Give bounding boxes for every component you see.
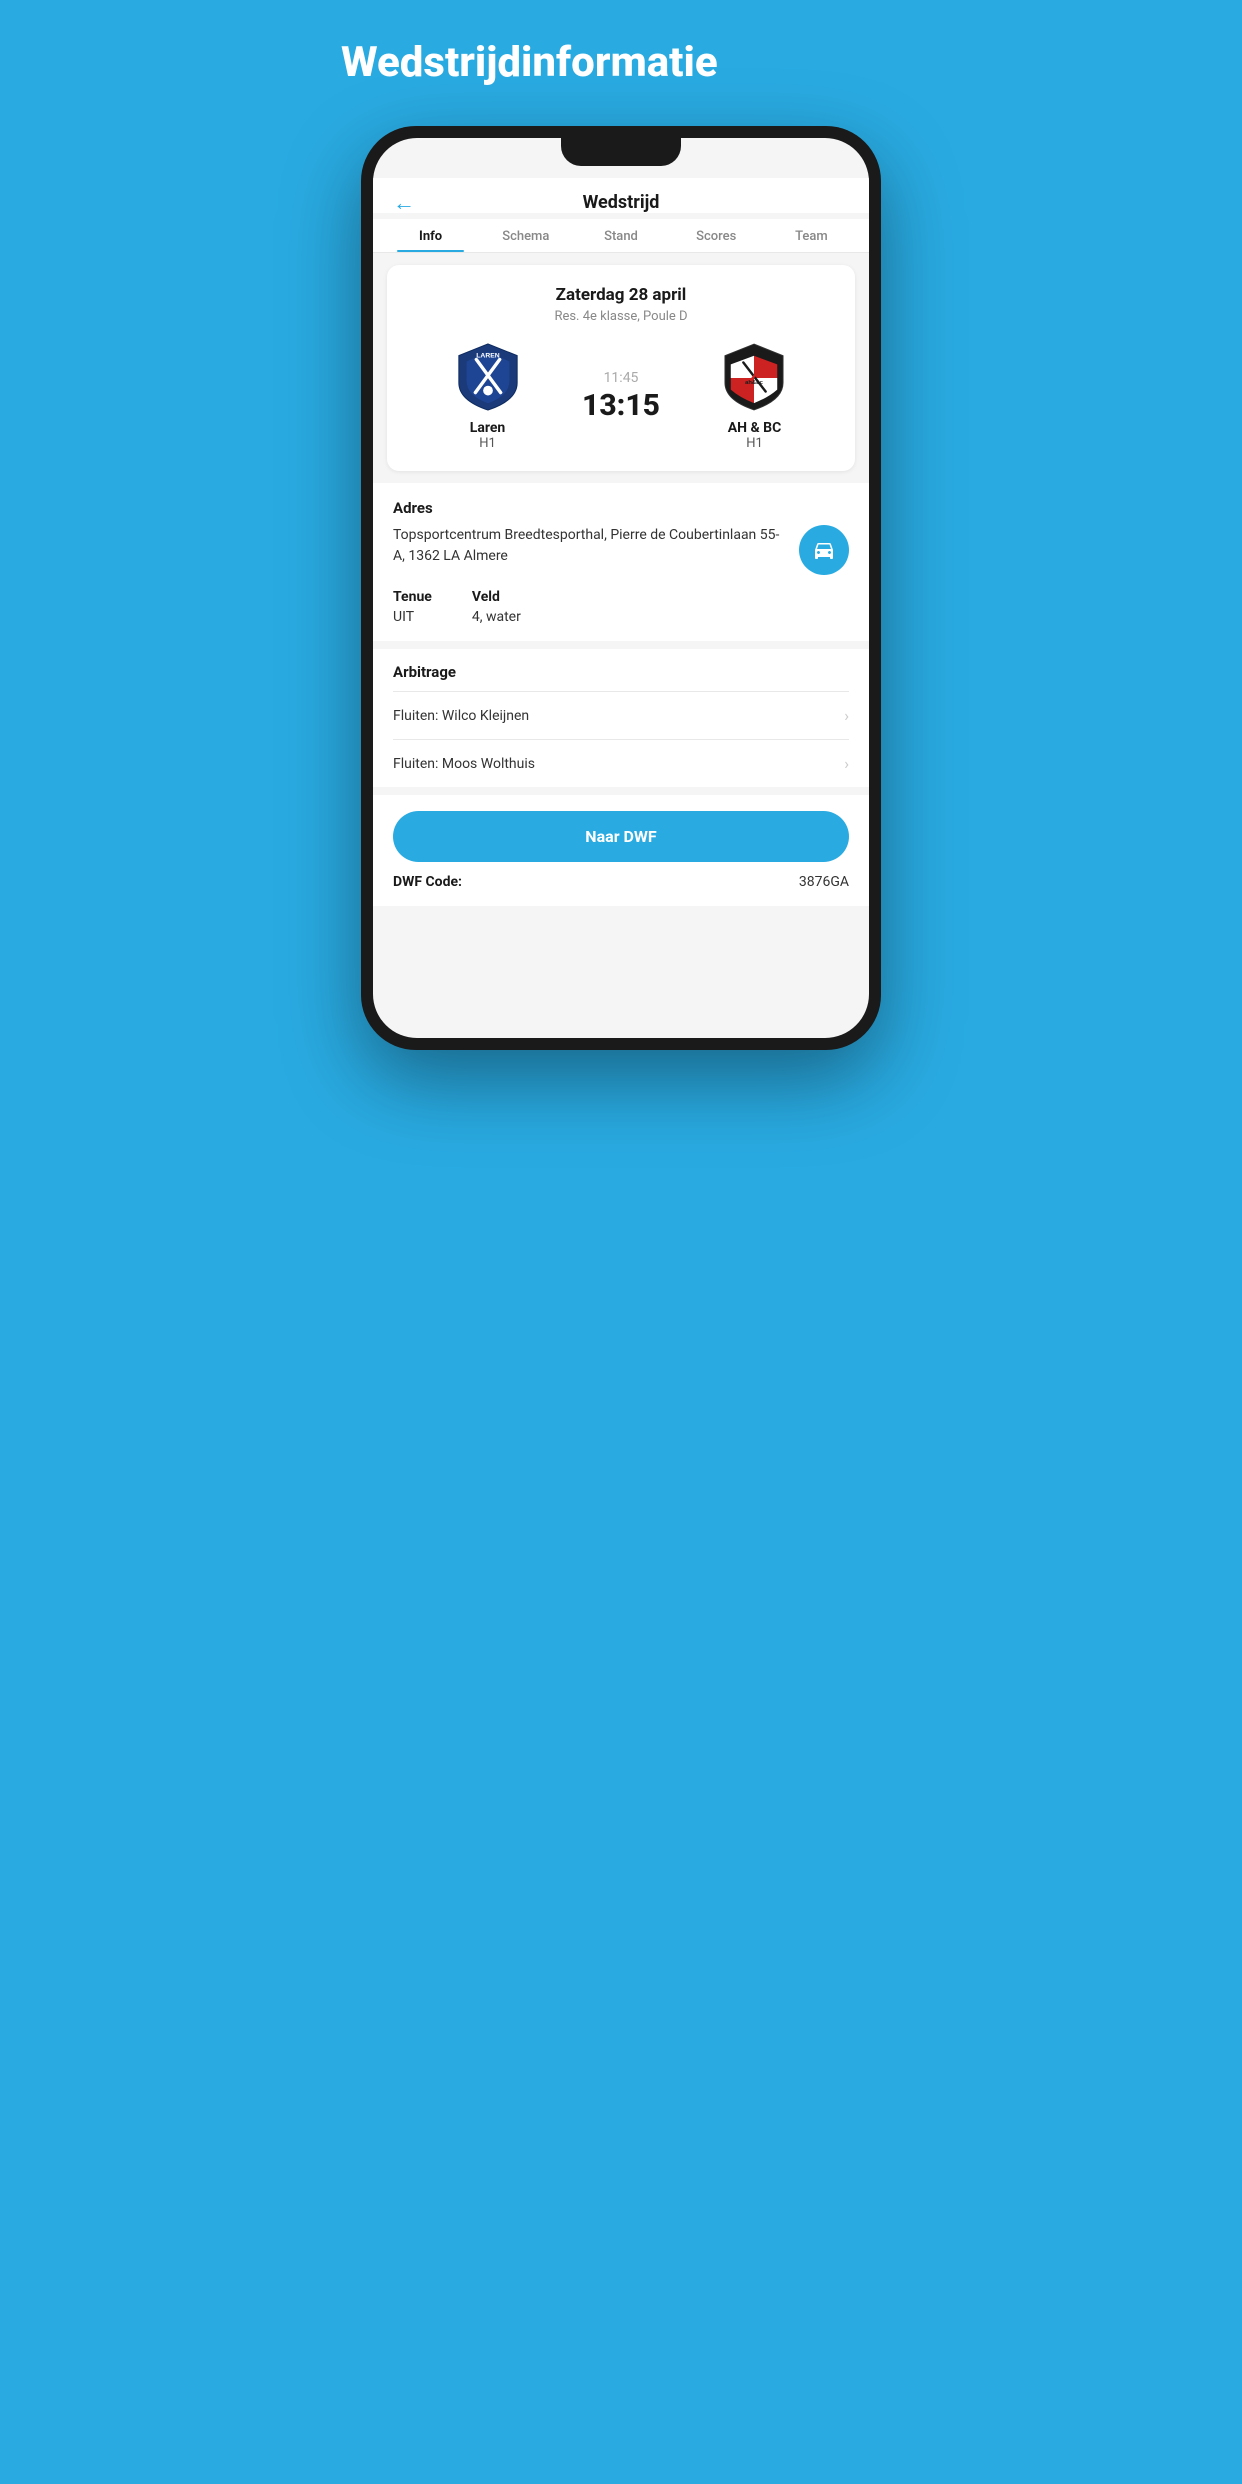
arbitrage-title: Arbitrage (393, 663, 849, 681)
page-title: Wedstrijdinformatie (341, 40, 901, 86)
tab-scores[interactable]: Scores (669, 219, 764, 252)
navigate-button[interactable] (799, 525, 849, 575)
phone-inner: ← Wedstrijd Info Schema Stand Scores Tea… (373, 138, 869, 1038)
home-team-sub: H1 (479, 436, 496, 451)
dwf-button[interactable]: Naar DWF (393, 811, 849, 862)
arbitrage-section: Arbitrage Fluiten: Wilco Kleijnen › Flui… (373, 649, 869, 787)
home-team-name: Laren (470, 420, 505, 436)
tab-info[interactable]: Info (383, 219, 478, 252)
phone-notch (561, 138, 681, 166)
phone-frame: ← Wedstrijd Info Schema Stand Scores Tea… (361, 126, 881, 1050)
svg-text:ah&bc: ah&bc (746, 380, 764, 386)
away-team: ah&bc AH & BC H1 (670, 342, 839, 451)
tenue-value: UIT (393, 609, 432, 625)
tab-stand[interactable]: Stand (573, 219, 668, 252)
address-section: Adres Topsportcentrum Breedtesporthal, P… (373, 483, 869, 641)
tab-team[interactable]: Team (764, 219, 859, 252)
arbitrage-item-2[interactable]: Fluiten: Moos Wolthuis › (393, 739, 849, 787)
chevron-right-icon-2: › (844, 754, 849, 773)
tenue-label: Tenue (393, 589, 432, 605)
back-button[interactable]: ← (393, 190, 415, 216)
tenue-veld-row: Tenue UIT Veld 4, water (393, 589, 849, 625)
tab-schema[interactable]: Schema (478, 219, 573, 252)
veld-group: Veld 4, water (472, 589, 521, 625)
score-section: 11:45 13:15 (572, 370, 670, 423)
away-team-sub: H1 (746, 436, 763, 451)
arbitrage-item-1[interactable]: Fluiten: Wilco Kleijnen › (393, 691, 849, 739)
dwf-code-label: DWF Code: (393, 874, 462, 890)
match-time-planned: 11:45 (604, 370, 639, 386)
home-team-badge: LAREN (453, 342, 523, 412)
match-teams: LAREN Laren H1 11:45 13:15 (403, 342, 839, 451)
address-text: Topsportcentrum Breedtesporthal, Pierre … (393, 525, 787, 567)
svg-text:LAREN: LAREN (476, 353, 500, 360)
tab-bar: Info Schema Stand Scores Team (373, 219, 869, 253)
address-row: Topsportcentrum Breedtesporthal, Pierre … (393, 525, 849, 575)
match-card: Zaterdag 28 april Res. 4e klasse, Poule … (387, 265, 855, 471)
dwf-code-row: DWF Code: 3876GA (393, 862, 849, 894)
dwf-code-value: 3876GA (799, 874, 849, 890)
match-date: Zaterdag 28 april (403, 285, 839, 305)
match-league: Res. 4e klasse, Poule D (403, 309, 839, 324)
veld-label: Veld (472, 589, 521, 605)
app-content: ← Wedstrijd Info Schema Stand Scores Tea… (373, 138, 869, 1038)
home-team: LAREN Laren H1 (403, 342, 572, 451)
tenue-group: Tenue UIT (393, 589, 432, 625)
address-label: Adres (393, 499, 849, 517)
chevron-right-icon-1: › (844, 706, 849, 725)
away-team-name: AH & BC (728, 420, 782, 436)
arbitrage-item-2-text: Fluiten: Moos Wolthuis (393, 756, 535, 772)
arbitrage-item-1-text: Fluiten: Wilco Kleijnen (393, 708, 529, 724)
match-score: 13:15 (582, 388, 660, 423)
away-team-badge: ah&bc (719, 342, 789, 412)
dwf-section: Naar DWF DWF Code: 3876GA (373, 795, 869, 906)
screen-title: Wedstrijd (583, 192, 660, 213)
veld-value: 4, water (472, 609, 521, 625)
app-header: ← Wedstrijd (373, 178, 869, 213)
